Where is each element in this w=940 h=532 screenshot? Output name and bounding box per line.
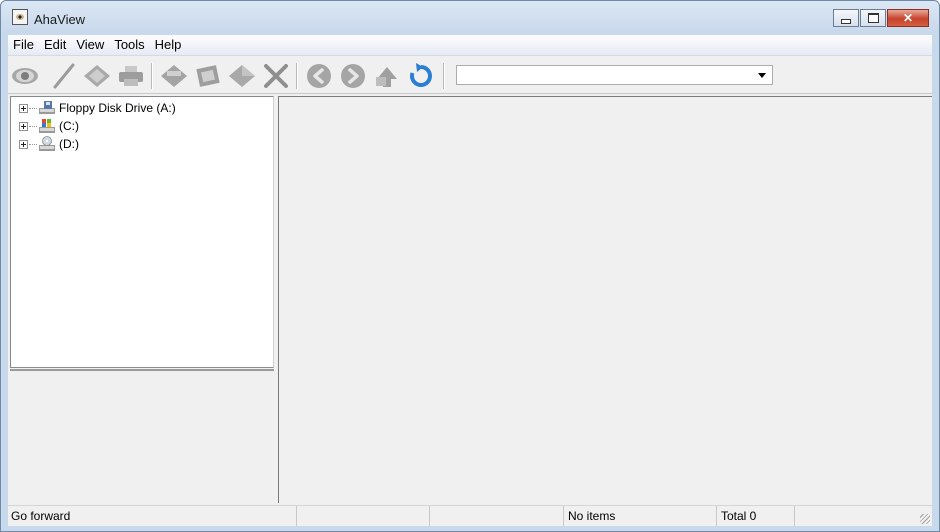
- back-button[interactable]: [305, 62, 333, 90]
- diamond-tag-icon: [84, 65, 110, 87]
- status-cell-3: [430, 506, 564, 526]
- minimize-icon: [841, 18, 851, 24]
- slideshow-button[interactable]: [194, 62, 222, 90]
- rename-icon: [161, 65, 187, 87]
- menu-file[interactable]: File: [8, 35, 39, 55]
- eye-view-icon: [12, 68, 38, 84]
- menu-edit[interactable]: Edit: [39, 35, 71, 55]
- status-message: Go forward: [8, 506, 297, 526]
- status-bar: Go forward No items Total 0: [8, 505, 932, 526]
- tree-connector: [29, 125, 37, 127]
- forward-button[interactable]: [339, 62, 367, 90]
- tree-item-label: Floppy Disk Drive (A:): [59, 101, 176, 115]
- app-window: AhaView ✕ File Edit View Tools Help Flop…: [0, 0, 940, 532]
- toolbar-separator: [151, 63, 152, 89]
- diamond-convert-icon: [229, 65, 255, 87]
- toolbar-separator: [443, 63, 444, 89]
- floppy-drive-icon: [39, 101, 55, 114]
- windows-drive-icon: [39, 119, 55, 133]
- optical-drive-icon: [39, 136, 55, 151]
- menu-view[interactable]: View: [71, 35, 109, 55]
- printer-icon: [119, 66, 143, 86]
- menu-bar: File Edit View Tools Help: [8, 35, 932, 56]
- maximize-button[interactable]: [860, 9, 886, 27]
- maximize-icon: [867, 13, 879, 23]
- convert-button[interactable]: [228, 62, 256, 90]
- tree-item-label: (C:): [59, 119, 79, 133]
- close-button[interactable]: ✕: [887, 9, 929, 27]
- window-controls: ✕: [833, 9, 929, 27]
- view-button[interactable]: [11, 62, 39, 90]
- tree-item-d-drive[interactable]: (D:): [19, 135, 79, 153]
- tree-connector: [29, 143, 37, 145]
- file-list-view[interactable]: [278, 96, 932, 503]
- folder-tree[interactable]: Floppy Disk Drive (A:) (C:) (D:): [10, 96, 274, 368]
- back-arrow-icon: [307, 64, 331, 88]
- tree-item-label: (D:): [59, 137, 79, 151]
- tree-item-c-drive[interactable]: (C:): [19, 117, 79, 135]
- forward-arrow-icon: [341, 64, 365, 88]
- tree-item-floppy[interactable]: Floppy Disk Drive (A:): [19, 99, 176, 117]
- chevron-down-icon[interactable]: [758, 73, 766, 78]
- status-total: Total 0: [717, 506, 795, 526]
- expand-icon[interactable]: [19, 139, 28, 149]
- up-folder-icon: [376, 67, 397, 87]
- refresh-icon: [410, 63, 432, 87]
- pen-edit-icon: [53, 63, 75, 89]
- refresh-button[interactable]: [407, 62, 435, 90]
- film-slideshow-icon: [196, 65, 220, 87]
- address-combobox[interactable]: [456, 65, 773, 85]
- tag-button[interactable]: [83, 62, 111, 90]
- window-title: AhaView: [34, 12, 86, 27]
- up-button[interactable]: [373, 62, 401, 90]
- edit-button[interactable]: [50, 62, 78, 90]
- resize-grip-icon[interactable]: [920, 514, 930, 524]
- status-cell-6: [795, 506, 932, 526]
- print-button[interactable]: [117, 62, 145, 90]
- close-icon: ✕: [902, 11, 914, 25]
- client-area: File Edit View Tools Help Floppy Disk Dr…: [8, 35, 932, 526]
- menu-help[interactable]: Help: [150, 35, 187, 55]
- tree-connector: [29, 107, 37, 109]
- rename-button[interactable]: [160, 62, 188, 90]
- expand-icon[interactable]: [19, 121, 28, 131]
- status-cell-2: [297, 506, 430, 526]
- eye-app-icon[interactable]: [12, 9, 28, 25]
- delete-x-icon: [264, 64, 288, 88]
- toolbar-separator: [296, 63, 297, 89]
- minimize-button[interactable]: [833, 9, 859, 27]
- title-bar[interactable]: AhaView ✕: [1, 1, 939, 35]
- status-items: No items: [564, 506, 717, 526]
- expand-icon[interactable]: [19, 103, 28, 113]
- delete-button[interactable]: [262, 62, 290, 90]
- toolbar: [8, 57, 932, 94]
- preview-pane: [10, 369, 274, 503]
- menu-tools[interactable]: Tools: [109, 35, 149, 55]
